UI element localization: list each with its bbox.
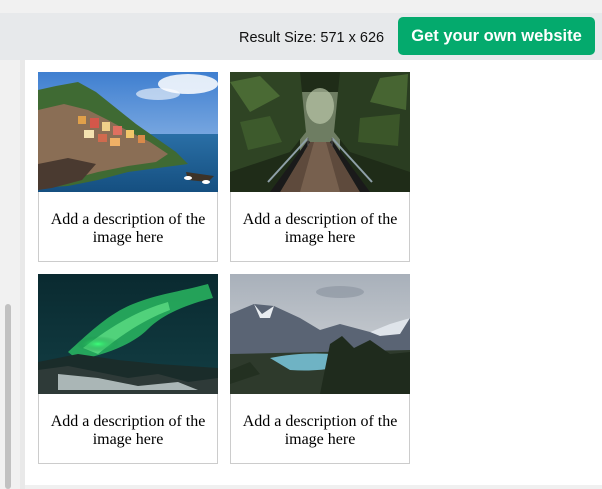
coastal-village-image[interactable] [38, 72, 218, 192]
frame-divider [20, 60, 25, 489]
frame-bottom-edge [25, 485, 602, 489]
result-toolbar: Result Size: 571 x 626 Get your own webs… [0, 13, 602, 60]
gallery-item: Add a description of the image here [230, 274, 410, 464]
image-description: Add a description of the image here [242, 413, 398, 448]
scrollbar-thumb[interactable] [5, 304, 11, 489]
result-frame: Add a description of the image here Add … [20, 60, 602, 489]
image-description: Add a description of the image here [50, 211, 206, 246]
mountain-lake-image[interactable] [230, 274, 410, 394]
gallery-item: Add a description of the image here [38, 72, 218, 262]
window-top-strip [0, 0, 602, 13]
gallery-item: Add a description of the image here [38, 274, 218, 464]
gallery-item: Add a description of the image here [230, 72, 410, 262]
get-your-own-website-button[interactable]: Get your own website [398, 17, 595, 55]
left-panel [0, 60, 20, 489]
forest-bridge-image[interactable] [230, 72, 410, 192]
northern-lights-image[interactable] [38, 274, 218, 394]
result-size-label: Result Size: 571 x 626 [239, 30, 385, 46]
image-description: Add a description of the image here [242, 211, 398, 246]
image-description: Add a description of the image here [50, 413, 206, 448]
